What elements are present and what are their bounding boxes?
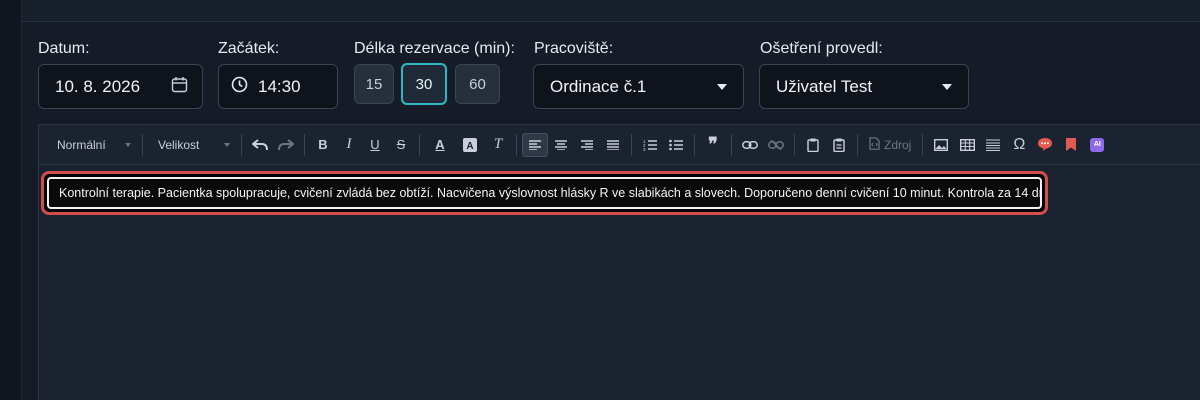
start-time-field[interactable]: 14:30 xyxy=(218,64,338,109)
chevron-down-icon xyxy=(224,142,230,147)
font-size-dropdown-label: Velikost xyxy=(158,137,200,152)
rich-text-editor: Normální Velikost B I U S A A T 1 2 3 ❞ … xyxy=(38,124,1200,400)
table-icon[interactable] xyxy=(954,133,980,157)
duration-60-button[interactable]: 60 xyxy=(455,64,500,104)
svg-text:3: 3 xyxy=(643,147,646,151)
workplace-label: Pracoviště: xyxy=(534,40,614,57)
font-size-dropdown[interactable]: Velikost xyxy=(148,134,236,156)
performed-by-label: Ošetření provedl: xyxy=(760,40,883,57)
start-time-value: 14:30 xyxy=(258,76,301,96)
source-button[interactable]: Zdroj xyxy=(863,136,917,153)
performed-by-select[interactable]: Uživatel Test xyxy=(759,64,969,109)
paste-text-icon[interactable] xyxy=(826,133,852,157)
toolbar-separator xyxy=(922,133,924,156)
workplace-select[interactable]: Ordinace č.1 xyxy=(533,64,744,109)
align-right-icon[interactable] xyxy=(574,133,600,157)
format-dropdown-label: Normální xyxy=(57,137,106,152)
editor-content-highlight: Kontrolní terapie. Pacientka spolupracuj… xyxy=(41,171,1048,215)
header-bar xyxy=(22,0,1200,22)
date-value: 10. 8. 2026 xyxy=(55,76,141,96)
start-time-label: Začátek: xyxy=(218,40,280,57)
underline-icon[interactable]: U xyxy=(362,133,388,157)
background-color-icon[interactable]: A xyxy=(455,133,485,157)
editor-text: Kontrolní terapie. Pacientka spolupracuj… xyxy=(59,186,1042,200)
toolbar-separator xyxy=(241,133,242,156)
ai-badge: AI xyxy=(1090,137,1105,152)
unlink-icon[interactable] xyxy=(763,133,789,157)
calendar-icon[interactable] xyxy=(171,76,188,98)
svg-text:A: A xyxy=(466,141,473,152)
duration-15-button[interactable]: 15 xyxy=(354,64,394,104)
duration-30-button[interactable]: 30 xyxy=(401,63,447,105)
toolbar-separator xyxy=(794,133,795,156)
align-left-icon[interactable] xyxy=(522,132,548,157)
image-icon[interactable] xyxy=(928,133,954,157)
chevron-down-icon xyxy=(942,83,952,90)
duration-label: Délka rezervace (min): xyxy=(354,40,515,57)
toolbar-separator xyxy=(142,133,143,156)
chevron-down-icon xyxy=(717,83,727,90)
toolbar-separator xyxy=(694,133,695,156)
format-dropdown[interactable]: Normální xyxy=(47,134,137,156)
bold-icon[interactable]: B xyxy=(310,133,336,157)
toolbar-separator xyxy=(631,133,632,156)
source-label: Zdroj xyxy=(884,137,912,152)
clock-icon xyxy=(231,76,248,98)
date-label: Datum: xyxy=(38,40,90,57)
toolbar-separator xyxy=(304,133,305,156)
clear-format-icon[interactable]: T xyxy=(485,133,511,157)
side-panel-edge xyxy=(0,0,22,400)
chevron-down-icon xyxy=(125,142,131,147)
bookmark-icon[interactable] xyxy=(1058,133,1084,157)
align-center-icon[interactable] xyxy=(548,133,574,157)
toolbar-separator xyxy=(419,133,420,156)
special-char-icon[interactable]: Ω xyxy=(1006,133,1032,157)
editor-toolbar: Normální Velikost B I U S A A T 1 2 3 ❞ … xyxy=(39,125,1200,165)
toolbar-separator xyxy=(731,133,732,156)
source-icon xyxy=(869,136,880,153)
numbered-list-icon[interactable]: 123 xyxy=(637,133,663,157)
strikethrough-icon[interactable]: S xyxy=(388,133,414,157)
link-icon[interactable] xyxy=(737,133,763,157)
bulleted-list-icon[interactable] xyxy=(663,133,689,157)
justify-icon[interactable] xyxy=(600,133,626,157)
comment-icon[interactable] xyxy=(1032,133,1058,157)
date-field[interactable]: 10. 8. 2026 xyxy=(38,64,203,109)
redo-icon[interactable] xyxy=(273,133,299,157)
text-color-icon[interactable]: A xyxy=(425,133,455,157)
paste-icon[interactable] xyxy=(800,133,826,157)
editor-content-area[interactable]: Kontrolní terapie. Pacientka spolupracuj… xyxy=(47,177,1042,209)
toolbar-separator xyxy=(857,133,858,156)
toolbar-separator xyxy=(516,133,517,156)
undo-icon[interactable] xyxy=(247,133,273,157)
italic-icon[interactable]: I xyxy=(336,133,362,157)
performed-by-value: Uživatel Test xyxy=(776,76,873,96)
ai-icon[interactable]: AI xyxy=(1084,133,1110,157)
blockquote-icon[interactable]: ❞ xyxy=(700,133,726,157)
workplace-value: Ordinace č.1 xyxy=(550,76,647,96)
horizontal-line-icon[interactable] xyxy=(980,133,1006,157)
